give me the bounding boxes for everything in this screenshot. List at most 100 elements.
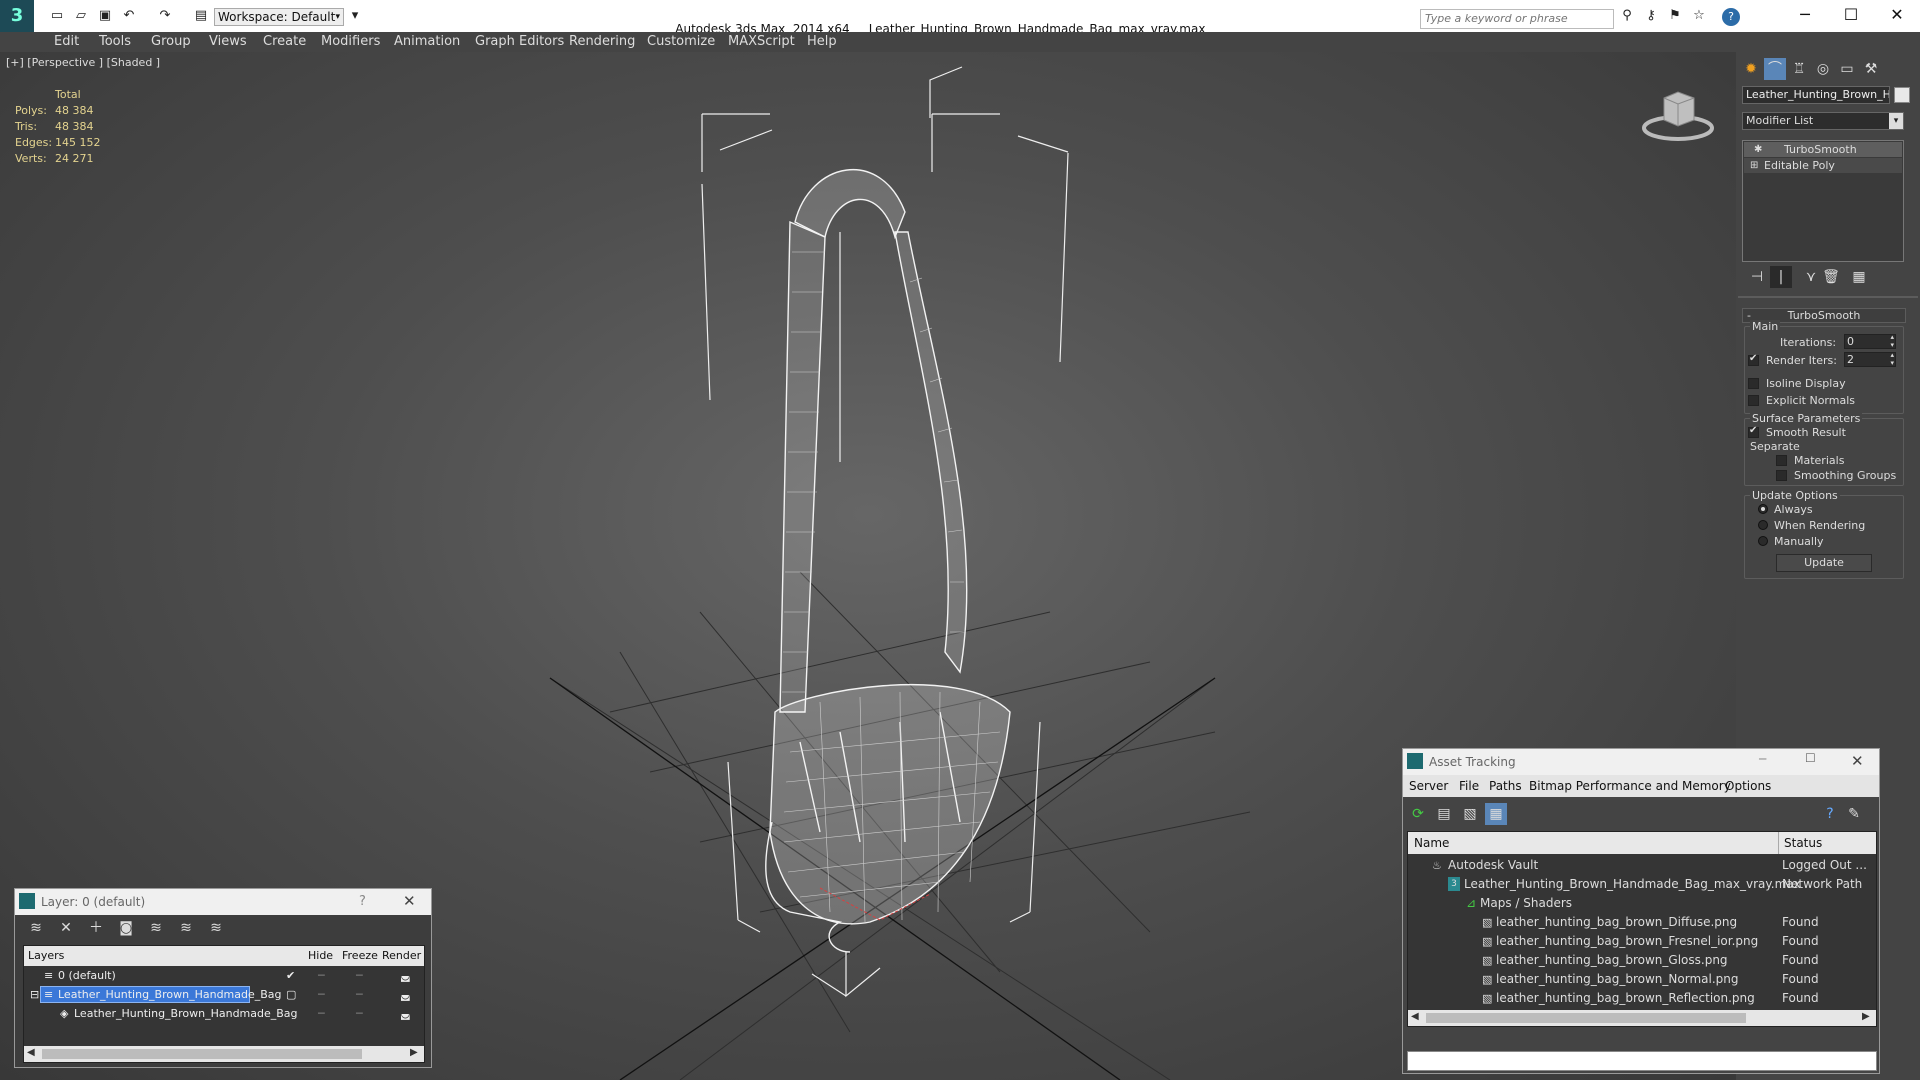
asset-window-titlebar[interactable]: Asset Tracking ─ ☐ ✕ [1403,749,1879,775]
col-name[interactable]: Name [1414,832,1449,854]
remove-modifier-icon[interactable]: 🗑 [1820,266,1842,288]
col-hide[interactable]: Hide [308,946,333,966]
modifier-list-dropdown[interactable]: Modifier List ▾ [1742,112,1904,130]
asset-row-reflection[interactable]: ▧ leather_hunting_bag_brown_Reflection.p… [1412,989,1878,1008]
update-button[interactable]: Update [1776,554,1872,572]
layer-row-bag[interactable]: ⊟ ≡ Leather_Hunting_Brown_Handmade_Bag ▢… [28,985,428,1004]
workspace-dropdown[interactable]: Workspace: Default ▾ [214,8,344,26]
hide-toggle[interactable]: ─ [318,985,325,1004]
close-icon[interactable]: ✕ [403,892,416,910]
redo-icon[interactable]: ↷ [156,8,174,26]
spinner-arrows-icon[interactable]: ▴ ▾ [1890,333,1894,349]
menu-animation[interactable]: Animation [394,34,460,49]
key-icon[interactable]: ⚷ [1642,8,1660,26]
create-tab-icon[interactable]: ✹ [1740,58,1762,80]
stack-item-turbosmooth[interactable]: ✱ TurboSmooth [1744,142,1902,157]
smooth-result-checkbox[interactable] [1748,425,1759,438]
show-end-result-icon[interactable]: | [1770,266,1792,288]
utilities-tab-icon[interactable]: ⚒ [1860,58,1882,80]
menu-group[interactable]: Group [151,34,191,49]
explicit-normals-checkbox[interactable] [1748,395,1759,406]
highlight-layer-icon[interactable]: ≋ [145,917,167,939]
freeze-all-layers-icon[interactable]: ≋ [205,917,227,939]
favorites-star-icon[interactable]: ☆ [1690,8,1708,26]
hide-toggle[interactable]: ─ [318,1004,325,1023]
communication-icon[interactable]: ⚑ [1666,8,1684,26]
layers-hscrollbar[interactable]: ◀ ▶ [24,1046,424,1062]
render-teapot-icon[interactable]: ◛ [400,985,411,1004]
scroll-right-icon[interactable]: ▶ [1862,1011,1870,1022]
freeze-toggle[interactable]: ─ [356,985,363,1004]
hierarchy-tab-icon[interactable]: ♖ [1788,58,1810,80]
smoothing-groups-checkbox[interactable] [1776,470,1787,481]
select-objects-icon[interactable]: ◙ [115,917,137,939]
when-rendering-radio[interactable] [1758,520,1768,530]
undo-icon[interactable]: ↶ [120,8,138,26]
asset-row-normal[interactable]: ▧ leather_hunting_bag_brown_Normal.png F… [1412,970,1878,989]
render-teapot-icon[interactable]: ◛ [400,966,411,985]
materials-checkbox[interactable] [1776,455,1787,466]
layer-window-help-button[interactable]: ? [359,894,366,909]
layer-window-titlebar[interactable]: Layer: 0 (default) ? ✕ [15,889,431,915]
app-logo-icon[interactable]: 3 [0,0,34,32]
collapse-icon[interactable]: ⊟ [30,985,39,1004]
asset-menu-bitmap-performance[interactable]: Bitmap Performance and Memory [1529,775,1731,797]
pin-stack-icon[interactable]: ⊣ [1746,266,1768,288]
configure-sets-icon[interactable]: ▦ [1848,266,1870,288]
iterations-spinner[interactable]: 0 ▴ ▾ [1844,333,1896,349]
asset-menu-file[interactable]: File [1459,775,1479,797]
close-button[interactable]: ✕ [1874,0,1920,32]
scroll-thumb[interactable] [1426,1013,1746,1023]
col-render[interactable]: Render [382,946,421,966]
viewcube[interactable] [1640,84,1716,144]
new-file-icon[interactable]: ▭ [48,8,66,26]
scroll-left-icon[interactable]: ◀ [1411,1011,1419,1022]
menu-graph-editors[interactable]: Graph Editors [475,34,564,49]
isoline-display-checkbox[interactable] [1748,378,1759,389]
layer-row-default[interactable]: ≡ 0 (default) ✔ ─ ─ ◛ [28,966,428,985]
asset-row-fresnel[interactable]: ▧ leather_hunting_bag_brown_Fresnel_ior.… [1412,932,1878,951]
tree-view-icon[interactable]: ▧ [1459,803,1481,825]
maximize-button[interactable]: ☐ [1828,0,1874,32]
save-file-icon[interactable]: ▣ [96,8,114,26]
customize-quick-access-icon[interactable]: ▾ [346,8,364,26]
object-row-bag[interactable]: ◈ Leather_Hunting_Brown_Handmade_Bag ─ ─… [28,1004,428,1023]
menu-help[interactable]: Help [807,34,837,49]
asset-path-field[interactable] [1407,1051,1877,1071]
spinner-arrows-icon[interactable]: ▴ ▾ [1890,351,1894,367]
menu-create[interactable]: Create [263,34,306,49]
scroll-left-icon[interactable]: ◀ [27,1047,35,1058]
active-layer-check-icon[interactable]: ✔ [286,966,295,985]
asset-row-maxfile[interactable]: 3 Leather_Hunting_Brown_Handmade_Bag_max… [1412,875,1878,894]
menu-modifiers[interactable]: Modifiers [321,34,380,49]
vault-icon[interactable]: ✎ [1843,803,1865,825]
hide-toggle[interactable]: ─ [318,966,325,985]
open-file-icon[interactable]: ▱ [72,8,90,26]
help-icon[interactable]: ? [1722,8,1740,26]
help-icon[interactable]: ? [1819,803,1841,825]
menu-views[interactable]: Views [209,34,247,49]
render-teapot-icon[interactable]: ◛ [400,1004,411,1023]
layer-box-icon[interactable]: ▢ [286,985,296,1004]
add-to-layer-icon[interactable]: ＋ [85,917,107,939]
asset-row-vault[interactable]: ♨ Autodesk Vault Logged Out ... [1412,856,1878,875]
table-view-icon[interactable]: ▦ [1485,803,1507,825]
maximize-button[interactable]: ☐ [1805,751,1816,765]
lightbulb-icon[interactable]: ✱ [1754,142,1762,157]
asset-row-gloss[interactable]: ▧ leather_hunting_bag_brown_Gloss.png Fo… [1412,951,1878,970]
menu-tools[interactable]: Tools [99,34,131,49]
freeze-toggle[interactable]: ─ [356,1004,363,1023]
minimize-button[interactable]: ─ [1782,0,1828,32]
object-color-swatch[interactable] [1894,87,1910,103]
render-iters-spinner[interactable]: 2 ▴ ▾ [1844,351,1896,367]
asset-row-diffuse[interactable]: ▧ leather_hunting_bag_brown_Diffuse.png … [1412,913,1878,932]
freeze-toggle[interactable]: ─ [356,966,363,985]
binoculars-icon[interactable]: ⚲ [1618,8,1636,26]
expand-plus-icon[interactable]: ⊞ [1750,158,1758,173]
search-box[interactable] [1420,9,1614,29]
create-layer-icon[interactable]: ≋ [25,917,47,939]
object-name-field[interactable]: Leather_Hunting_Brown_Han [1742,86,1890,104]
scroll-right-icon[interactable]: ▶ [410,1047,418,1058]
make-unique-icon[interactable]: ⋎ [1800,266,1822,288]
modify-tab-icon[interactable]: ⌒ [1764,58,1786,80]
